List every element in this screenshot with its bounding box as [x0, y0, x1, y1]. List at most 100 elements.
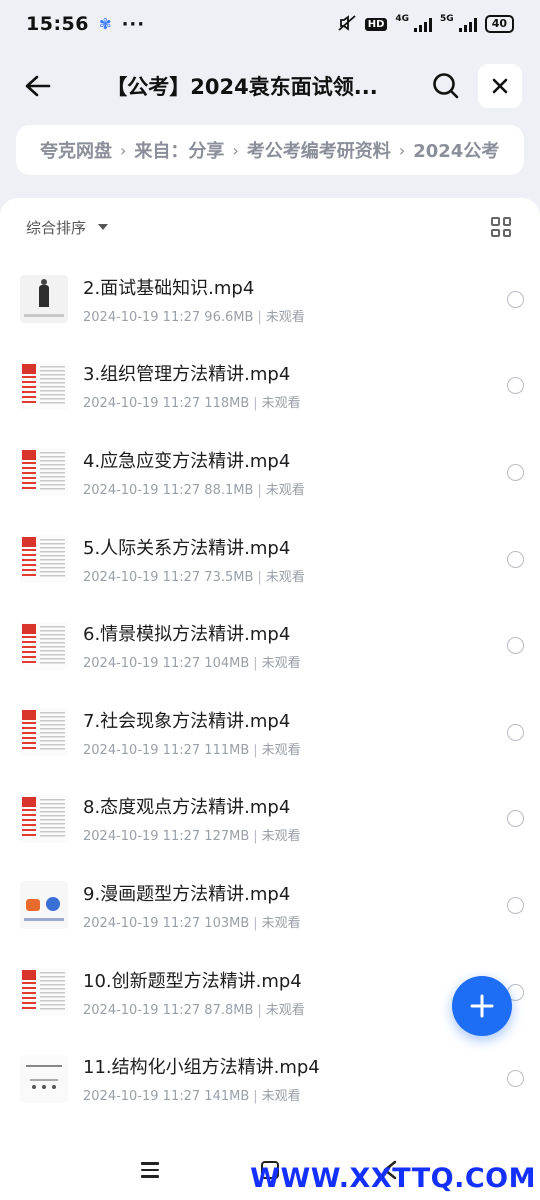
- file-info: 4.应急应变方法精讲.mp4 2024-10-19 11:27 88.1MB | 未观…: [83, 447, 507, 498]
- file-row[interactable]: 9.漫画题型方法精讲.mp4 2024-10-19 11:27 103MB | 未观看: [0, 862, 540, 949]
- file-date: 2024-10-19 11:27: [83, 569, 201, 585]
- mute-icon: [337, 14, 357, 35]
- sort-label: 综合排序: [26, 218, 87, 237]
- search-icon: [433, 73, 459, 99]
- select-checkbox[interactable]: [507, 463, 524, 481]
- file-size: 141MB: [204, 1089, 250, 1105]
- meta-divider: |: [257, 569, 262, 585]
- file-meta: 2024-10-19 11:27 73.5MB | 未观看: [83, 566, 507, 585]
- watch-status: 未观看: [261, 829, 301, 845]
- video-thumbnail: [20, 1054, 68, 1103]
- file-row[interactable]: 7.社会现象方法精讲.mp4 2024-10-19 11:27 111MB | 未观看: [0, 689, 540, 776]
- watch-status: 未观看: [261, 742, 301, 758]
- file-size: 103MB: [204, 915, 250, 931]
- file-info: 2.面试基础知识.mp4 2024-10-19 11:27 96.6MB | 未观看: [83, 274, 507, 325]
- file-date: 2024-10-19 11:27: [83, 309, 201, 325]
- file-info: 6.情景模拟方法精讲.mp4 2024-10-19 11:27 104MB | 未观看: [83, 620, 507, 671]
- watch-status: 未观看: [261, 1089, 301, 1105]
- back-button[interactable]: [18, 66, 58, 106]
- file-size: 87.8MB: [204, 1002, 254, 1018]
- file-size: 104MB: [204, 656, 250, 672]
- select-checkbox[interactable]: [507, 550, 524, 568]
- hd-badge: HD: [364, 17, 388, 31]
- add-button[interactable]: [452, 976, 512, 1036]
- file-size: 111MB: [204, 742, 250, 758]
- file-info: 11.结构化小组方法精讲.mp4 2024-10-19 11:27 141MB | 未…: [83, 1053, 507, 1104]
- file-meta: 2024-10-19 11:27 141MB | 未观看: [83, 1085, 507, 1104]
- select-checkbox[interactable]: [507, 1070, 524, 1088]
- grid-view-toggle[interactable]: [488, 214, 514, 240]
- status-bar: 15:56 ✾ ··· HD 4G 5G 40: [0, 0, 540, 48]
- close-button[interactable]: [478, 64, 522, 108]
- file-info: 7.社会现象方法精讲.mp4 2024-10-19 11:27 111MB | 未观看: [83, 707, 507, 758]
- video-thumbnail: [20, 275, 68, 324]
- battery-indicator: 40: [484, 15, 514, 33]
- select-checkbox[interactable]: [507, 723, 524, 741]
- watch-status: 未观看: [265, 309, 305, 325]
- meta-divider: |: [253, 1089, 258, 1105]
- file-row[interactable]: 5.人际关系方法精讲.mp4 2024-10-19 11:27 73.5MB | 未观…: [0, 516, 540, 603]
- file-size: 88.1MB: [204, 482, 254, 498]
- video-thumbnail: [20, 708, 68, 757]
- file-row[interactable]: 2.面试基础知识.mp4 2024-10-19 11:27 96.6MB | 未观看: [0, 256, 540, 343]
- file-meta: 2024-10-19 11:27 104MB | 未观看: [83, 652, 507, 671]
- video-thumbnail: [20, 794, 68, 843]
- file-list-panel: 综合排序 2.面试基础知识.mp4 2024-10-19 11:27 96.6MB…: [0, 198, 540, 1200]
- file-row[interactable]: 4.应急应变方法精讲.mp4 2024-10-19 11:27 88.1MB | 未观…: [0, 429, 540, 516]
- file-date: 2024-10-19 11:27: [83, 829, 201, 845]
- chevron-right-icon: ›: [398, 140, 406, 160]
- file-date: 2024-10-19 11:27: [83, 1089, 201, 1105]
- video-thumbnail: [20, 881, 68, 930]
- file-date: 2024-10-19 11:27: [83, 482, 201, 498]
- watch-status: 未观看: [265, 482, 305, 498]
- file-name: 10.创新题型方法精讲.mp4: [83, 970, 302, 992]
- meta-divider: |: [257, 309, 262, 325]
- status-time: 15:56: [26, 13, 89, 35]
- video-thumbnail: [20, 448, 68, 497]
- sort-dropdown[interactable]: 综合排序: [26, 217, 109, 238]
- watch-status: 未观看: [261, 396, 301, 412]
- file-date: 2024-10-19 11:27: [83, 656, 201, 672]
- network-4g-label: 4G: [395, 13, 410, 24]
- video-thumbnail: [20, 968, 68, 1017]
- file-size: 96.6MB: [204, 309, 254, 325]
- watch-status: 未观看: [265, 1002, 305, 1018]
- file-meta: 2024-10-19 11:27 103MB | 未观看: [83, 912, 507, 931]
- file-meta: 2024-10-19 11:27 127MB | 未观看: [83, 825, 507, 844]
- app-notification-icon: ✾: [98, 15, 112, 33]
- select-checkbox[interactable]: [507, 810, 524, 828]
- file-row[interactable]: 3.组织管理方法精讲.mp4 2024-10-19 11:27 118MB | 未观看: [0, 343, 540, 430]
- breadcrumb-item[interactable]: 考公考编考研资料: [247, 137, 391, 163]
- file-size: 118MB: [204, 396, 250, 412]
- meta-divider: |: [253, 656, 258, 672]
- file-info: 8.态度观点方法精讲.mp4 2024-10-19 11:27 127MB | 未观看: [83, 793, 507, 844]
- file-info: 3.组织管理方法精讲.mp4 2024-10-19 11:27 118MB | 未观看: [83, 360, 507, 411]
- more-notifications-icon: ···: [121, 13, 146, 35]
- watch-status: 未观看: [261, 656, 301, 672]
- file-meta: 2024-10-19 11:27 96.6MB | 未观看: [83, 306, 507, 325]
- file-name: 3.组织管理方法精讲.mp4: [83, 364, 291, 386]
- meta-divider: |: [253, 829, 258, 845]
- file-meta: 2024-10-19 11:27 111MB | 未观看: [83, 739, 507, 758]
- breadcrumb-item[interactable]: 来自：分享: [134, 137, 224, 163]
- plus-icon: [470, 994, 494, 1018]
- close-icon: [492, 78, 508, 94]
- breadcrumb-item-current[interactable]: 2024公考: [413, 137, 499, 163]
- file-name: 5.人际关系方法精讲.mp4: [83, 537, 291, 559]
- nav-recents-button[interactable]: [135, 1155, 165, 1185]
- select-checkbox[interactable]: [507, 290, 524, 308]
- select-checkbox[interactable]: [507, 377, 524, 395]
- file-name: 7.社会现象方法精讲.mp4: [83, 710, 291, 732]
- select-checkbox[interactable]: [507, 637, 524, 655]
- file-info: 9.漫画题型方法精讲.mp4 2024-10-19 11:27 103MB | 未观看: [83, 880, 507, 931]
- meta-divider: |: [253, 396, 258, 412]
- file-row[interactable]: 8.态度观点方法精讲.mp4 2024-10-19 11:27 127MB | 未观看: [0, 776, 540, 863]
- file-row[interactable]: 6.情景模拟方法精讲.mp4 2024-10-19 11:27 104MB | 未观看: [0, 602, 540, 689]
- search-button[interactable]: [426, 66, 466, 106]
- breadcrumb-item[interactable]: 夸克网盘: [40, 137, 112, 163]
- network-5g-label: 5G: [440, 13, 454, 24]
- file-row[interactable]: 11.结构化小组方法精讲.mp4 2024-10-19 11:27 141MB | 未…: [0, 1035, 540, 1122]
- meta-divider: |: [253, 915, 258, 931]
- file-info: 5.人际关系方法精讲.mp4 2024-10-19 11:27 73.5MB | 未观…: [83, 534, 507, 585]
- select-checkbox[interactable]: [507, 896, 524, 914]
